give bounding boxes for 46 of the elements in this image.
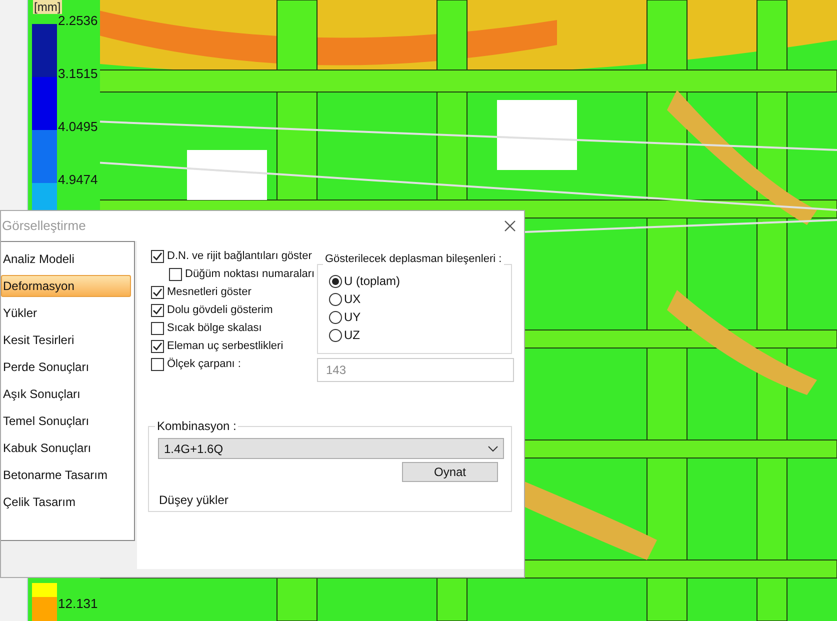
radio-label: UX: [344, 291, 361, 308]
checkbox-label: Düğüm noktası numaraları: [185, 267, 315, 282]
checkbox[interactable]: [151, 250, 164, 263]
checkbox-label: Mesnetleri göster: [167, 285, 252, 300]
play-button[interactable]: Oynat: [402, 462, 498, 482]
sidebar-item[interactable]: Kesit Tesirleri: [1, 329, 131, 351]
checkbox-label: Sıcak bölge skalası: [167, 321, 262, 336]
checkbox-label: Ölçek çarpanı :: [167, 356, 241, 372]
combination-dropdown[interactable]: 1.4G+1.6Q: [158, 438, 504, 459]
sidebar-item[interactable]: Deformasyon: [1, 275, 131, 297]
legend-value: 2.2536: [58, 14, 98, 27]
sidebar-item[interactable]: Kabuk Sonuçları: [1, 437, 131, 459]
radio-button[interactable]: [329, 292, 342, 306]
radio-label: U (toplam): [344, 273, 400, 290]
checkbox[interactable]: [151, 340, 164, 353]
sidebar-item[interactable]: Perde Sonuçları: [1, 356, 131, 378]
sidebar-item[interactable]: Betonarme Tasarım: [1, 464, 131, 486]
radio-button[interactable]: [329, 274, 342, 288]
checkbox[interactable]: [151, 304, 164, 317]
checkbox[interactable]: [151, 358, 164, 371]
close-icon[interactable]: [504, 220, 516, 232]
legend-value: 3.1515: [58, 67, 98, 80]
checkbox[interactable]: [151, 286, 164, 299]
window-title: Görselleştirme: [2, 217, 86, 236]
radio-label: UZ: [344, 327, 360, 344]
legend-value: 4.0495: [58, 120, 98, 133]
combination-description: Düşey yükler: [159, 492, 228, 509]
legend-value: 12.131: [58, 597, 98, 610]
group-title: Gösterilecek deplasman bileşenleri :: [323, 251, 504, 268]
sidebar-item[interactable]: Yükler: [1, 302, 131, 324]
checkbox-label: Dolu gövdeli gösterim: [167, 303, 273, 318]
sidebar-item[interactable]: Aşık Sonuçları: [1, 383, 131, 405]
radio-label: UY: [344, 309, 361, 326]
radio-button[interactable]: [329, 310, 342, 324]
checkbox[interactable]: [151, 322, 164, 335]
sidebar-item[interactable]: Temel Sonuçları: [1, 410, 131, 432]
sidebar-item[interactable]: Çelik Tasarım: [1, 491, 131, 513]
checkbox[interactable]: [169, 268, 182, 281]
sidebar-item[interactable]: Analiz Modeli: [1, 248, 131, 270]
legend-value: 4.9474: [58, 173, 98, 186]
checkbox-label: Eleman uç serbestlikleri: [167, 339, 284, 354]
radio-button[interactable]: [329, 328, 342, 342]
checkbox-label: D.N. ve rijit bağlantıları göster: [167, 249, 312, 264]
unit-label: [mm]: [33, 0, 62, 14]
scale-factor-field[interactable]: 143: [317, 358, 514, 382]
chevron-down-icon: [488, 446, 498, 452]
